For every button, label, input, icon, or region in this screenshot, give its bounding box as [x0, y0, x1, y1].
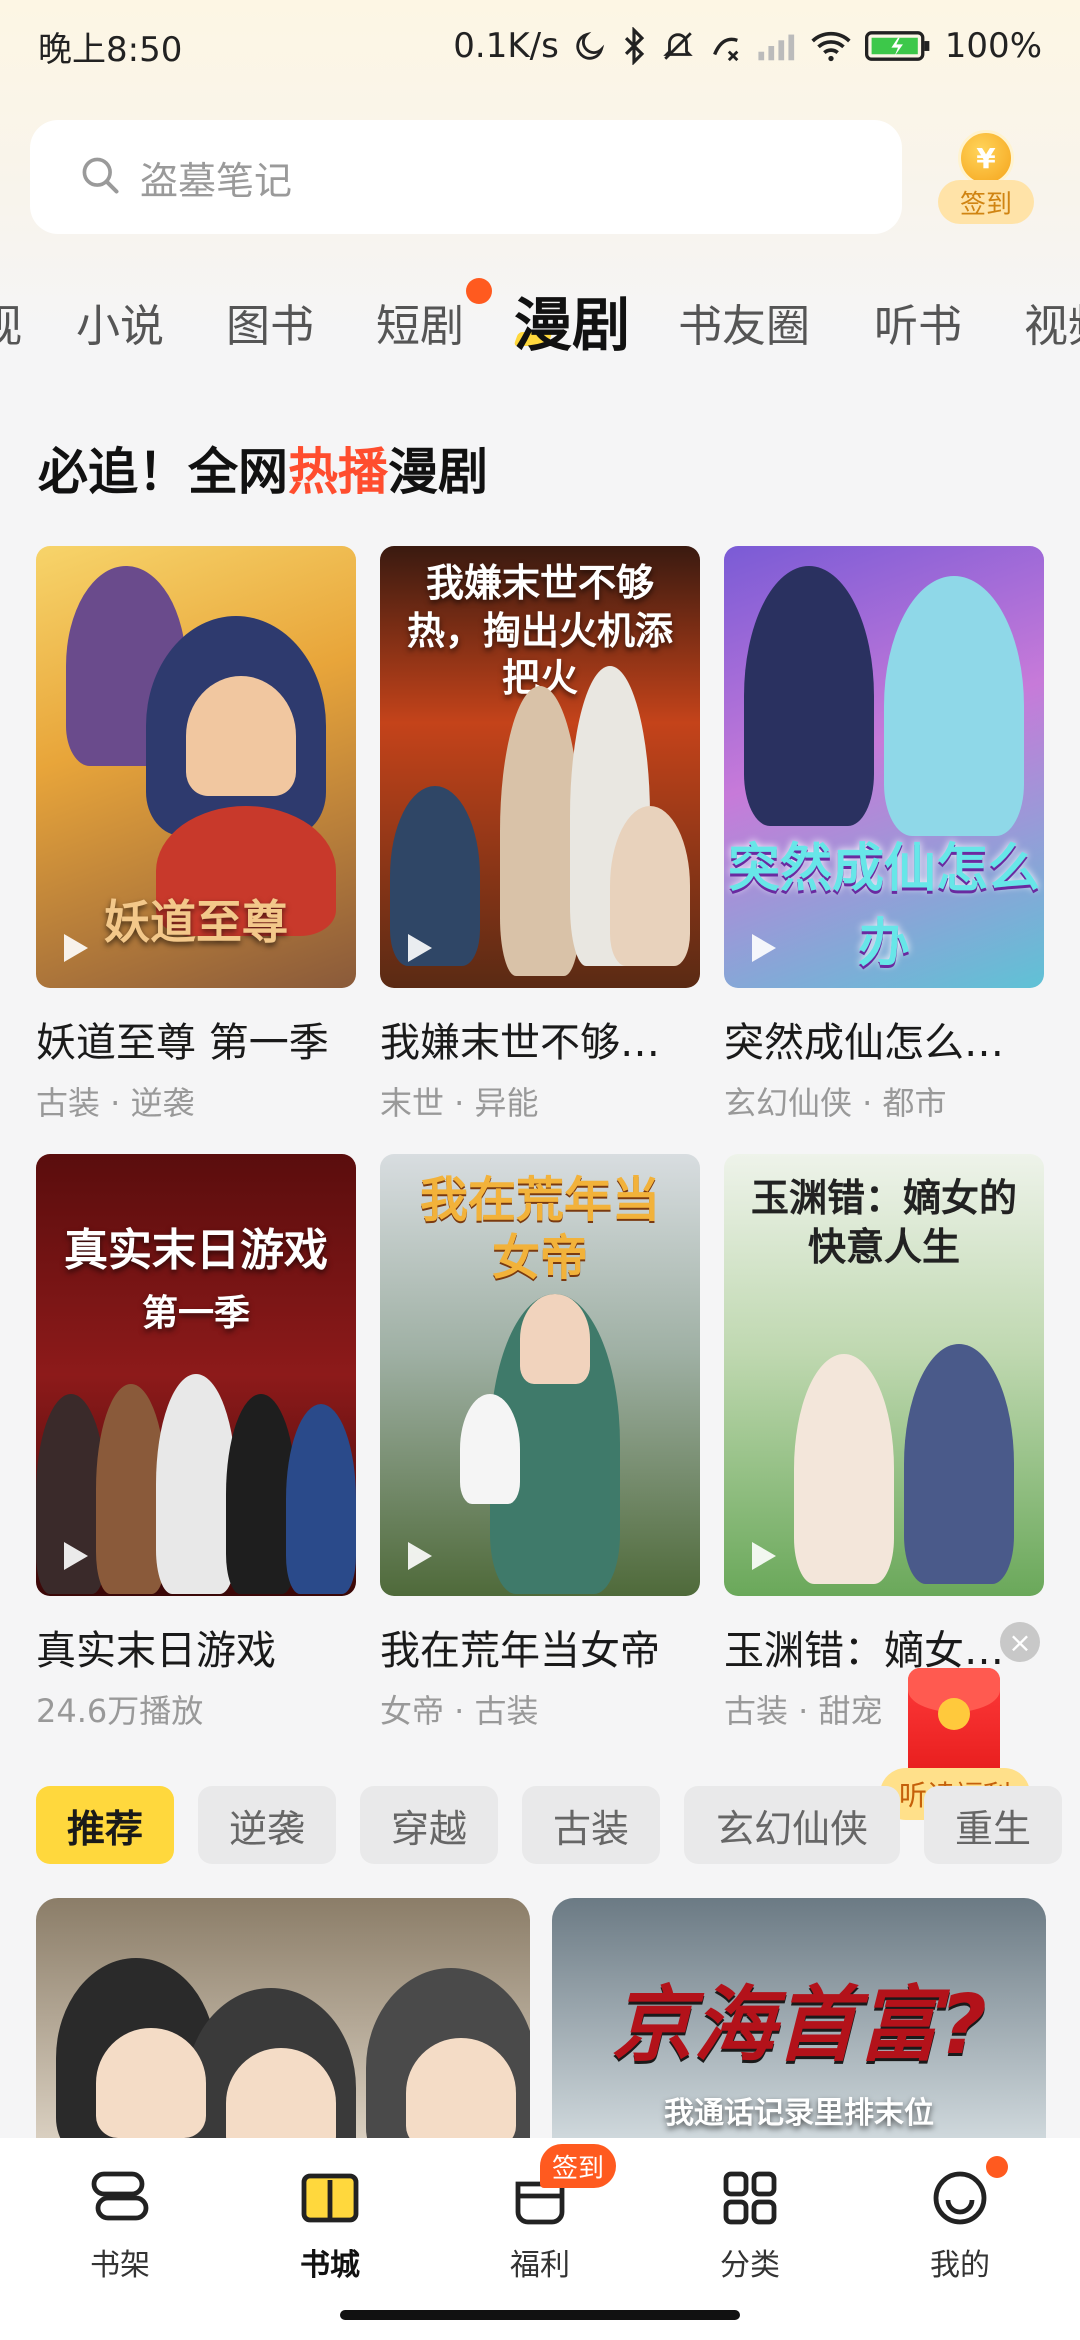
cover-title: 我嫌末世不够热，掏出火机添把火 [406, 561, 673, 700]
drama-cover[interactable]: 我嫌末世不够热，掏出火机添把火 [380, 546, 700, 988]
drama-cover[interactable]: 妖道至尊 [36, 546, 356, 988]
chip-counterattack[interactable]: 逆袭 [198, 1786, 336, 1864]
play-icon [408, 1542, 432, 1570]
genre-chips: 推荐 逆袭 穿越 古装 玄幻仙侠 重生 [0, 1786, 1080, 1864]
cover-title: 我在荒年当女帝 [419, 1172, 660, 1286]
chip-recommend[interactable]: 推荐 [36, 1786, 174, 1864]
chip-costume[interactable]: 古装 [522, 1786, 660, 1864]
nav-label: 福利 [510, 2248, 570, 2283]
play-icon [752, 934, 776, 962]
feed-card[interactable] [36, 1898, 530, 2138]
battery-percent: 100% [944, 26, 1042, 66]
nav-label: 我的 [930, 2248, 990, 2283]
drama-cover[interactable]: 我在荒年当女帝 [380, 1154, 700, 1596]
short-drama-notification-dot [466, 278, 492, 304]
play-icon [752, 1542, 776, 1570]
nav-label: 书城 [300, 2248, 360, 2283]
drama-card[interactable]: 突然成仙怎么办 突然成仙怎么… 玄幻仙侠 · 都市 [724, 546, 1044, 1124]
nav-bookshelf[interactable]: 书架 [50, 2168, 190, 2284]
nav-profile[interactable]: 我的 [890, 2168, 1030, 2284]
nav-bookstore[interactable]: 书城 [260, 2168, 400, 2284]
drama-cover[interactable]: 真实末日游戏 第一季 [36, 1154, 356, 1596]
checkin-button[interactable]: ¥ 签到 [936, 130, 1036, 234]
section-title-prefix: 必追！全网 [38, 443, 288, 501]
tab-video[interactable]: 视频 [1024, 290, 1080, 354]
tab-comic-drama[interactable]: 漫剧 [514, 278, 630, 362]
grid-icon [718, 2168, 782, 2228]
search-icon [78, 153, 122, 201]
chip-time-travel[interactable]: 穿越 [360, 1786, 498, 1864]
coin-icon: ¥ [958, 130, 1014, 186]
nav-label: 分类 [720, 2248, 780, 2283]
card-title: 我嫌末世不够… [380, 1020, 660, 1066]
drama-cover[interactable]: 玉渊错：嫡女的快意人生 [724, 1154, 1044, 1596]
card-meta: 玄幻仙侠 · 都市 [724, 1084, 947, 1122]
feed-cover-subtitle: 我通话记录里排末位 [664, 2096, 934, 2131]
tab-novel[interactable]: 小说 [76, 290, 164, 354]
tab-video-partial[interactable]: 视 [0, 290, 22, 354]
checkin-label: 签到 [938, 180, 1034, 224]
profile-notification-dot [986, 2156, 1008, 2178]
cover-subtitle: 第一季 [141, 1293, 250, 1334]
feed-card[interactable]: 京海首富? 我通话记录里排末位 [552, 1898, 1046, 2138]
search-row: 盗墓笔记 ¥ 签到 [30, 120, 1050, 234]
section-title: 必追！全网热播漫剧 [38, 432, 488, 504]
chip-fantasy[interactable]: 玄幻仙侠 [684, 1786, 900, 1864]
signal-icon [757, 26, 797, 66]
mute-bell-icon [661, 26, 695, 66]
drama-card[interactable]: 我嫌末世不够热，掏出火机添把火 我嫌末世不够… 末世 · 异能 [380, 546, 700, 1124]
checkin-badge: 签到 [540, 2144, 616, 2188]
drama-card[interactable]: 我在荒年当女帝 我在荒年当女帝 女帝 · 古装 [380, 1154, 700, 1732]
drama-card[interactable]: 妖道至尊 妖道至尊 第一季 古装 · 逆袭 [36, 546, 356, 1124]
call-forward-icon [709, 26, 743, 66]
battery-icon [864, 26, 931, 66]
play-icon [64, 934, 88, 962]
card-meta: 古装 · 逆袭 [36, 1084, 195, 1122]
drama-card[interactable]: 真实末日游戏 第一季 真实末日游戏 24.6万播放 [36, 1154, 356, 1732]
category-tabs: 视 小说 图书 短剧 漫剧 书友圈 听书 视频 [0, 270, 1080, 370]
card-meta: 24.6万播放 [36, 1692, 204, 1730]
status-bar: 晚上8:50 0.1K/s 100% [0, 0, 1080, 92]
cover-title: 玉渊错：嫡女的快意人生 [750, 1176, 1017, 1270]
card-title: 真实末日游戏 [36, 1628, 276, 1674]
red-packet-icon[interactable] [908, 1668, 1000, 1784]
nav-label: 书架 [90, 2248, 150, 2283]
open-book-icon [298, 2168, 362, 2228]
drama-card[interactable]: 玉渊错：嫡女的快意人生 玉渊错：嫡女… 古装 · 甜宠 [724, 1154, 1044, 1732]
drama-cover[interactable]: 突然成仙怎么办 [724, 546, 1044, 988]
tab-books[interactable]: 图书 [226, 290, 314, 354]
bluetooth-icon [621, 26, 647, 66]
search-input[interactable]: 盗墓笔记 [30, 120, 902, 234]
play-icon [64, 1542, 88, 1570]
feed-cover-title: 京海首富? [611, 1978, 987, 2073]
card-title: 我在荒年当女帝 [380, 1628, 660, 1674]
status-icons: 0.1K/s 100% [453, 26, 1042, 66]
smile-face-icon [928, 2168, 992, 2228]
tab-book-circle[interactable]: 书友圈 [678, 290, 810, 354]
home-indicator[interactable] [340, 2310, 740, 2320]
tab-short-drama[interactable]: 短剧 [376, 290, 464, 354]
close-icon[interactable]: × [1000, 1622, 1040, 1662]
card-title: 玉渊错：嫡女… [724, 1628, 1004, 1674]
tab-audiobook[interactable]: 听书 [874, 290, 962, 354]
network-speed: 0.1K/s [453, 26, 559, 66]
moon-icon [573, 26, 607, 66]
card-meta: 末世 · 异能 [380, 1084, 539, 1122]
card-meta: 女帝 · 古装 [380, 1692, 539, 1730]
cover-title: 真实末日游戏 [64, 1225, 328, 1276]
status-time: 晚上8:50 [38, 29, 183, 70]
card-title: 突然成仙怎么… [724, 1020, 1004, 1066]
play-icon [408, 934, 432, 962]
section-title-highlight: 热播 [288, 443, 388, 501]
card-title: 妖道至尊 第一季 [36, 1020, 329, 1066]
section-title-suffix: 漫剧 [388, 443, 488, 501]
chip-rebirth[interactable]: 重生 [924, 1786, 1062, 1864]
nav-categories[interactable]: 分类 [680, 2168, 820, 2284]
bookshelf-icon [88, 2168, 152, 2228]
search-placeholder: 盗墓笔记 [140, 158, 293, 203]
wifi-icon [811, 26, 851, 66]
